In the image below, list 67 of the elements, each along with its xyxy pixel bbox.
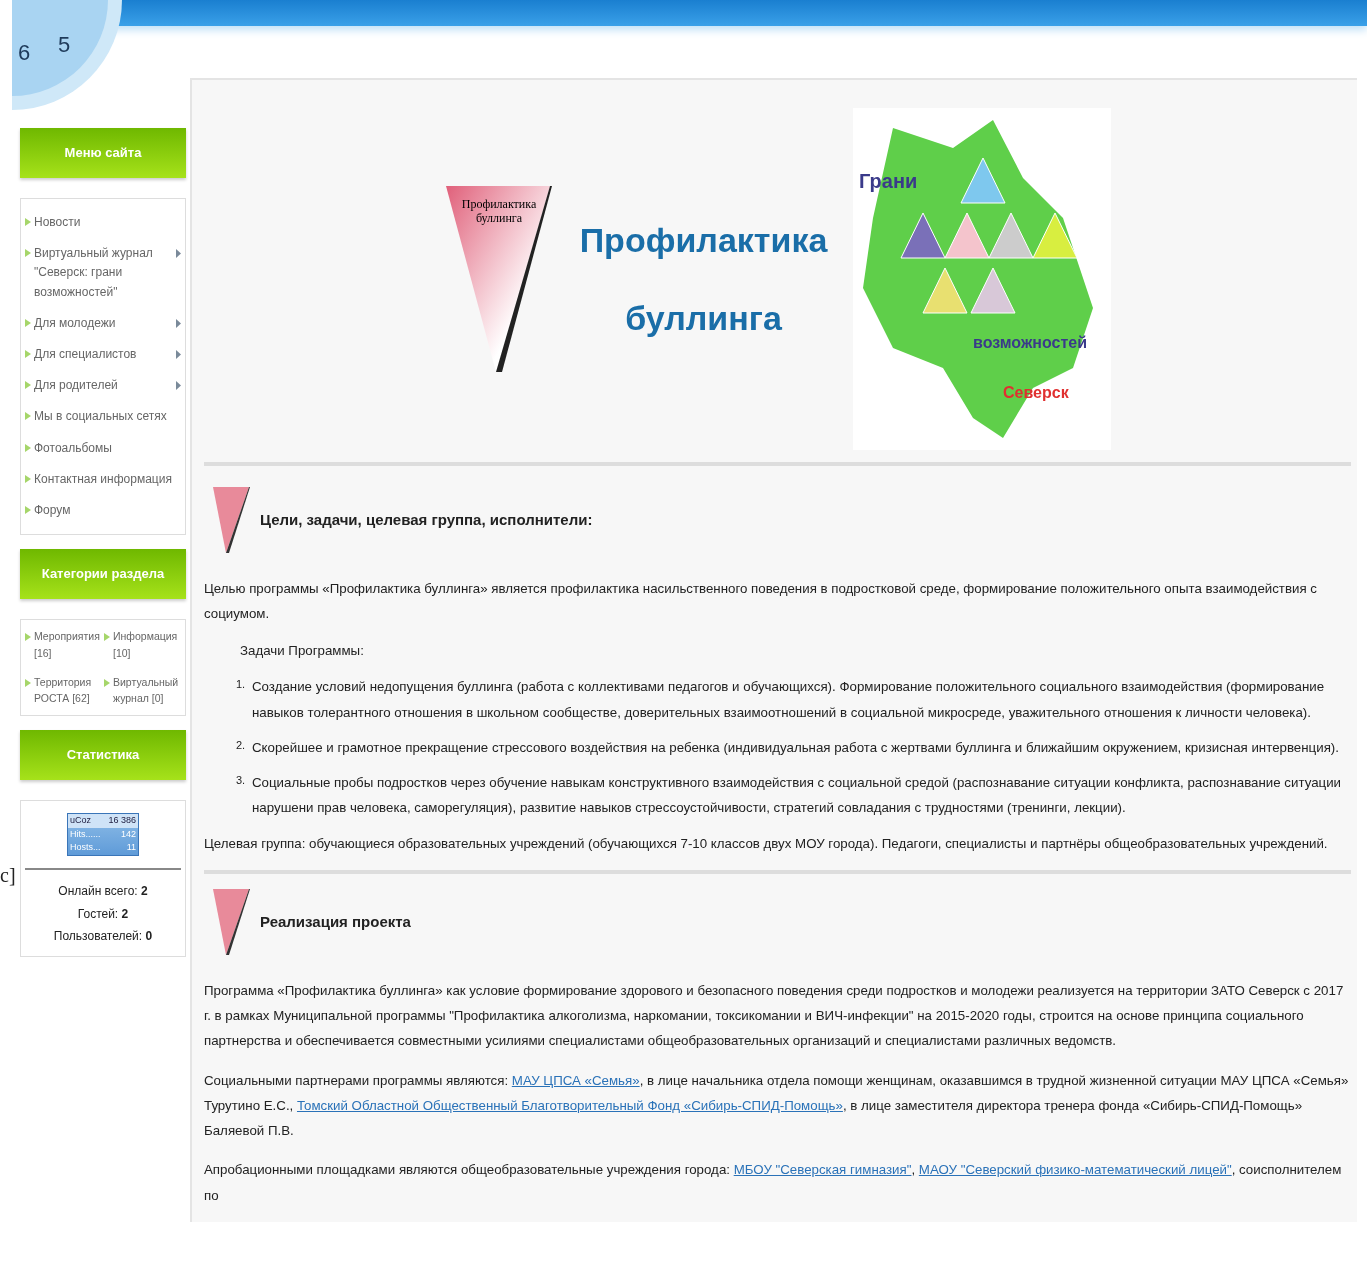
block-header: Меню сайта [20, 128, 186, 178]
menu-item[interactable]: Для родителей [34, 376, 118, 396]
counter-value: 11 [126, 841, 136, 855]
category-link[interactable]: Территория РОСТА [62] [34, 673, 102, 708]
category-link[interactable]: Виртуальный журнал [0] [113, 673, 181, 708]
counter-label: Hosts... [70, 841, 101, 855]
counter-widget[interactable]: uCoz 16 386 Hits...... 142 Hosts... 11 [67, 813, 139, 856]
bullet-icon [104, 678, 110, 687]
submenu-arrow-icon [176, 349, 181, 359]
list-item: Создание условий недопущения буллинга (работа с коллективами педагогов и обучающихся). Формирование положительного социального взаимодействия (формирование навыков толерантного отношения в школьном сообществе, доверительных взаимоотношений в социальной микросреде, уважительного отношения к личности человека). [252, 678, 1326, 722]
menu-item[interactable]: Для специалистов [34, 344, 137, 365]
bullet-icon [25, 412, 31, 421]
menu-item[interactable]: Новости [34, 213, 81, 233]
online-stat: Онлайн всего: 2 [57, 882, 149, 900]
menu-item[interactable]: Форум [34, 500, 71, 521]
list-item: Скорейшее и грамотное прекращение стрессового воздействия на ребенка (индивидуальная работа с жертвами буллинга и ближайшим окружением, кризисная интервенция). [252, 738, 1339, 757]
subheading: Задачи Программы: [240, 641, 365, 660]
list-number: 1. [236, 677, 247, 693]
counter-label: Hits...... [70, 827, 101, 841]
paragraph: Социальными партнерами программы являются: МАУ ЦПСА «Семья», в лице начальника отдела помощи женщинам, оказавшимся в трудной жизненной ситуации МАУ ЦПСА «Семья» Турутино Е.С., Томский Областной Общественный Благотворительный Фонд «Сибирь-СПИД-Помощь», в лице заместителя директора тренера фонда «Сибирь-СПИД-Помощь» Баляевой П.В. [204, 1071, 1350, 1141]
text-link[interactable]: Томский Областной Общественный Благотворительный Фонд «Сибирь-СПИД-Помощь» [296, 1097, 843, 1113]
paragraph: Программа «Профилактика буллинга» как условие формирование здорового и безопасного поведения среди подростков и молодежи реализуется на территории ЗАТО Северск с 2017 г. в рамках Муниципальной программы "Профилактика алкоголизма, наркомании, токсикомании и ВИЧ-инфекции" на 2015-2020 годы, строится на основе принципа социального партнерства и обеспечивается совместными усилиями специалистами общеобразовательных организаций и специалистами различных ведомств. [204, 981, 1345, 1051]
menu-item[interactable]: Виртуальный журнал "Северск: грани возможностей" [34, 244, 176, 302]
menu-item[interactable]: Для молодежи [34, 313, 116, 333]
bullet-icon [25, 218, 31, 226]
bullet-icon [25, 249, 31, 258]
submenu-arrow-icon [176, 249, 181, 259]
category-link[interactable]: Мероприятия [16] [34, 628, 102, 662]
counter-value: 142 [120, 827, 136, 841]
bullet-icon [104, 633, 110, 642]
bullet-icon [25, 318, 31, 327]
triangle-icon [212, 887, 250, 956]
bullet-icon [25, 633, 31, 642]
menu-item[interactable]: Контактная информация [34, 469, 172, 489]
bullet-icon [25, 505, 31, 514]
bullet-icon [25, 443, 31, 452]
paragraph: Целью программы «Профилактика буллинга» является профилактика насильственного поведения в подростковой среде, формирование положительного опыта взаимодействия с социумом. [204, 580, 1318, 624]
counter-logo: uCoz [70, 814, 91, 828]
bullet-icon [25, 474, 31, 483]
list-item: Социальные пробы подростков через обучение навыкам конструктивного взаимодействия с социальной средой (распознавание ситуации конфликта, распознавание ситуации нарушени прав человека, саморегуляция), развитие навыков стрессоустойчивости, стратегий совладания с трудностями (тренинги, лекции). [252, 774, 1343, 818]
block-header: Категории раздела [20, 549, 186, 600]
online-stat: Пользователей: 0 [52, 928, 154, 946]
submenu-arrow-icon [176, 381, 181, 391]
counter-value: 16 386 [108, 814, 136, 828]
bullet-icon [25, 349, 31, 358]
category-link[interactable]: Информация [10] [113, 628, 181, 662]
online-stat: Гостей: 2 [76, 905, 130, 923]
triangle-icon [212, 486, 250, 554]
paragraph: Апробационными площадками являются общеобразовательные учреждения города: МБОУ "Северская гимназия", МАОУ "Северский физико-математический лицей", соисполнителем по [204, 1161, 1343, 1205]
logo-drawing: Профилактика буллинга [443, 184, 554, 374]
text-link[interactable]: МБОУ "Северская гимназия" [733, 1162, 912, 1178]
text-link[interactable]: МАОУ "Северский физико-математический лицей" [918, 1162, 1232, 1178]
text-link[interactable]: МАУ ЦПСА «Семья» [511, 1072, 640, 1088]
list-number: 3. [236, 773, 247, 789]
section-heading: Цели, задачи, целевая группа, исполнители: [260, 509, 593, 530]
paragraph: Целевая группа: обучающиеся образовательных учреждений (обучающихся 7-10 классов двух МОУ города). Педагоги, специалисты и партнёры общеобразовательных учреждений. [204, 834, 1329, 853]
menu-item[interactable]: Мы в социальных сетях [34, 407, 167, 427]
list-number: 2. [236, 737, 247, 753]
menu-item[interactable]: Фотоальбомы [34, 438, 112, 458]
block-header: Статистика [20, 730, 186, 781]
clock-drawing: 6 5 [12, 0, 122, 110]
section-heading: Реализация проекта [260, 911, 411, 932]
text-fragment: с] [0, 863, 16, 888]
submenu-arrow-icon [176, 318, 181, 328]
bullet-icon [25, 381, 31, 390]
bullet-icon [25, 678, 31, 687]
banner-title: Профилактика буллинга [579, 219, 828, 339]
